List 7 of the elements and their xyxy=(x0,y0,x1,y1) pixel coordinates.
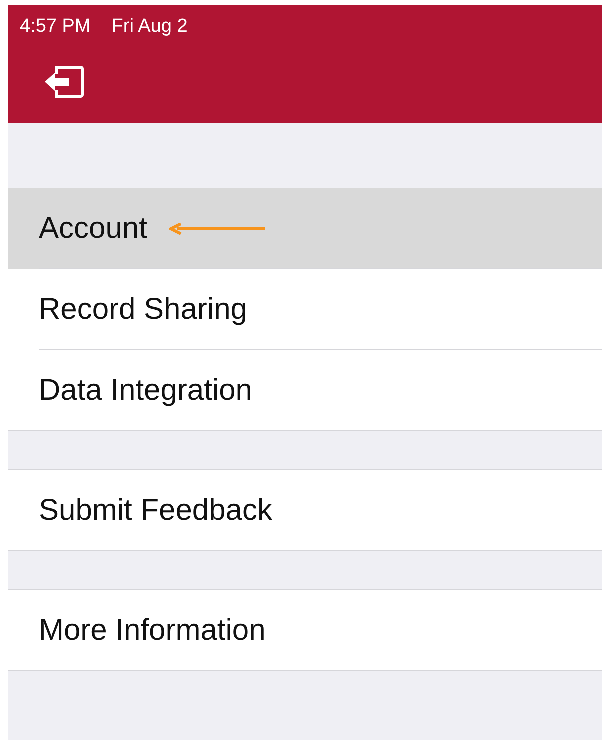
menu-item[interactable]: Submit Feedback xyxy=(8,470,602,551)
menu-item[interactable]: Data Integration xyxy=(8,350,602,431)
menu-item[interactable]: Record Sharing xyxy=(8,269,602,350)
menu-item[interactable]: Account xyxy=(8,188,602,269)
status-date: Fri Aug 2 xyxy=(112,15,188,39)
menu-item[interactable]: More Information xyxy=(8,590,602,671)
status-time: 4:57 PM xyxy=(20,15,91,39)
